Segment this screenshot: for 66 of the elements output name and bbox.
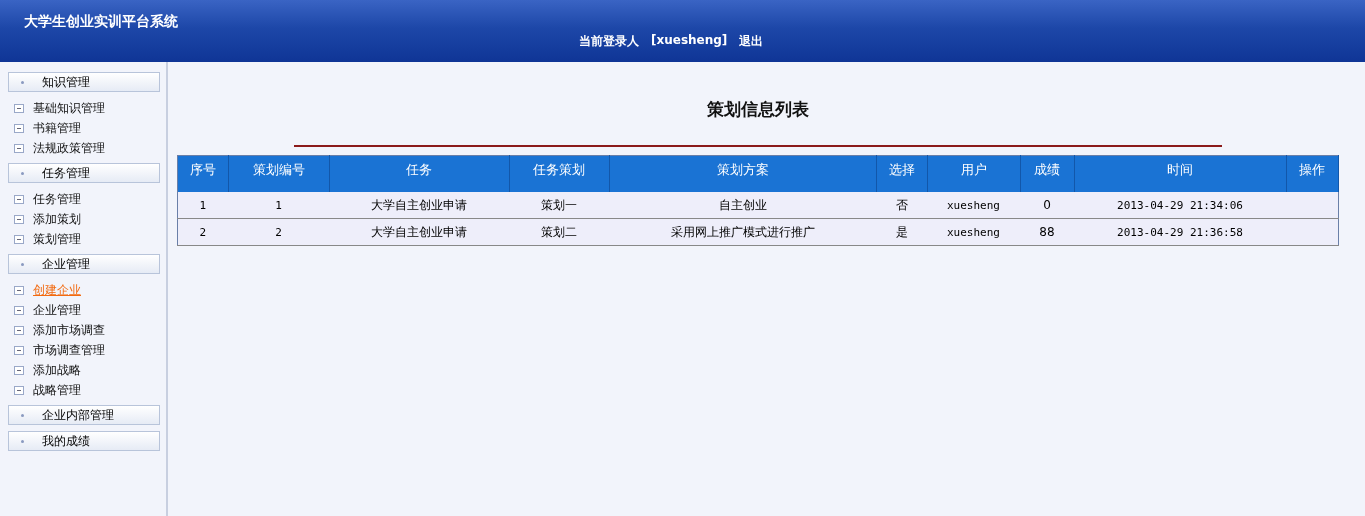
app-title: 大学生创业实训平台系统 bbox=[24, 13, 179, 31]
menu-item[interactable]: 任务管理 bbox=[33, 190, 81, 208]
menu-item[interactable]: 基础知识管理 bbox=[33, 99, 105, 117]
menu-item-icon bbox=[14, 325, 24, 335]
menu-item-icon bbox=[14, 305, 24, 315]
table-cell: 2013-04-29 21:36:58 bbox=[1117, 225, 1243, 239]
table-cell: 自主创业 bbox=[718, 197, 767, 212]
column-header: 操作 bbox=[1286, 155, 1338, 192]
menu-item[interactable]: 添加市场调查 bbox=[33, 321, 105, 339]
column-header: 用户 bbox=[927, 155, 1020, 192]
column-header: 序号 bbox=[177, 155, 228, 192]
menu-item[interactable]: 书籍管理 bbox=[33, 119, 81, 137]
menu-item-icon bbox=[14, 143, 24, 153]
menu-item-icon bbox=[14, 285, 24, 295]
menu-item[interactable]: 企业管理 bbox=[33, 301, 81, 319]
table-cell: 否 bbox=[895, 197, 908, 212]
menu-item[interactable]: 添加战略 bbox=[33, 361, 81, 379]
table-cell: 2013-04-29 21:34:06 bbox=[1117, 198, 1243, 212]
column-header: 任务 bbox=[329, 155, 509, 192]
column-header: 时间 bbox=[1074, 155, 1286, 192]
menu-group-header[interactable]: 知识管理 bbox=[8, 72, 160, 92]
table-cell: 1 bbox=[275, 198, 282, 212]
bullet-icon bbox=[21, 80, 24, 84]
menu-item-icon bbox=[14, 234, 24, 244]
menu-item-icon bbox=[14, 345, 24, 355]
column-header: 成绩 bbox=[1020, 155, 1074, 192]
column-header: 策划编号 bbox=[228, 155, 329, 192]
table-cell: 2 bbox=[199, 225, 207, 239]
menu-item[interactable]: 战略管理 bbox=[33, 381, 81, 399]
page-title: 策划信息列表 bbox=[706, 98, 809, 121]
menu-item[interactable]: 添加策划 bbox=[33, 210, 81, 228]
bullet-icon bbox=[21, 262, 24, 266]
table-cell: 88 bbox=[1039, 225, 1055, 239]
menu-item-icon bbox=[14, 214, 24, 224]
menu-item-icon bbox=[14, 194, 24, 204]
menu-item-icon bbox=[14, 123, 24, 133]
table-cell: 1 bbox=[199, 198, 207, 212]
login-label: 当前登录人 bbox=[579, 32, 639, 50]
bullet-icon bbox=[21, 413, 24, 417]
menu-item[interactable]: 法规政策管理 bbox=[33, 139, 105, 157]
column-header: 选择 bbox=[876, 155, 927, 192]
menu-group-header[interactable]: 任务管理 bbox=[8, 163, 160, 183]
table-cell: 策划二 bbox=[541, 224, 577, 239]
menu-item-icon bbox=[14, 385, 24, 395]
menu-group-header[interactable]: 企业内部管理 bbox=[8, 405, 160, 425]
column-header: 策划方案 bbox=[609, 155, 876, 192]
bullet-icon bbox=[21, 171, 24, 175]
menu-item-icon bbox=[14, 103, 24, 113]
username: [xuesheng] bbox=[651, 32, 728, 49]
table-cell: 是 bbox=[895, 224, 908, 239]
menu-item-icon bbox=[14, 365, 24, 375]
table-cell: 大学自主创业申请 bbox=[371, 197, 467, 212]
table-cell: 大学自主创业申请 bbox=[371, 224, 467, 239]
menu-group-header[interactable]: 我的成绩 bbox=[8, 431, 160, 451]
menu-group-header[interactable]: 企业管理 bbox=[8, 254, 160, 274]
column-header: 任务策划 bbox=[509, 155, 609, 192]
table-cell: xuesheng bbox=[947, 225, 1000, 239]
table-cell: 采用网上推广模式进行推广 bbox=[670, 224, 815, 239]
menu-item[interactable]: 市场调查管理 bbox=[33, 341, 105, 359]
bullet-icon bbox=[21, 439, 24, 443]
table-cell: 2 bbox=[275, 225, 282, 239]
table-cell: 策划一 bbox=[541, 197, 577, 212]
menu-item[interactable]: 策划管理 bbox=[33, 230, 81, 248]
logout-link[interactable]: 退出 bbox=[739, 32, 764, 50]
table-cell: xuesheng bbox=[947, 198, 1000, 212]
table-cell: 0 bbox=[1043, 198, 1051, 212]
